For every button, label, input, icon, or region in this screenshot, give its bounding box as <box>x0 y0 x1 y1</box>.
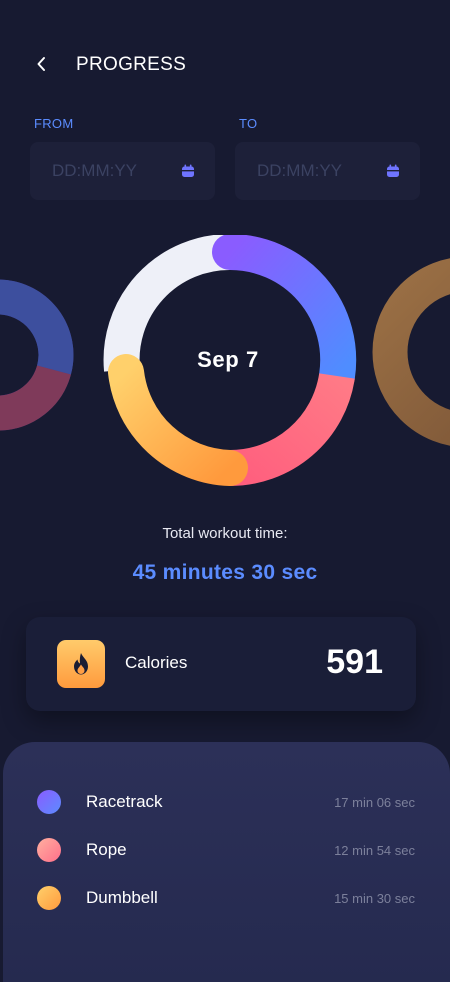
activity-item-racetrack[interactable]: Racetrack 17 min 06 sec <box>3 787 450 817</box>
to-label: TO <box>239 116 258 131</box>
donut-previous[interactable] <box>0 279 74 431</box>
from-date-field[interactable] <box>30 142 215 200</box>
activity-item-dumbbell[interactable]: Dumbbell 15 min 30 sec <box>3 883 450 913</box>
activity-name: Rope <box>86 840 127 859</box>
racetrack-dot <box>37 790 61 814</box>
to-date-field[interactable] <box>235 142 420 200</box>
dumbbell-dot <box>37 886 61 910</box>
calories-value: 591 <box>326 643 383 681</box>
total-workout-value: 45 minutes 30 sec <box>132 561 318 584</box>
activity-panel: Racetrack 17 min 06 sec Rope 12 min 54 s… <box>3 742 450 982</box>
donut-next[interactable] <box>372 258 450 446</box>
rope-dot <box>37 838 61 862</box>
donut-segment-rope <box>229 372 355 487</box>
from-date-input[interactable] <box>50 160 174 182</box>
donut-segment-dumbbell <box>108 354 248 486</box>
flame-icon <box>74 653 88 675</box>
activity-name: Racetrack <box>86 792 163 811</box>
calories-card[interactable]: Calories 591 <box>26 617 416 711</box>
activity-name: Dumbbell <box>86 888 158 907</box>
activity-item-rope[interactable]: Rope 12 min 54 sec <box>3 835 450 865</box>
calories-icon-badge <box>57 640 105 688</box>
page-title: PROGRESS <box>76 54 187 75</box>
total-workout-label: Total workout time: <box>162 525 288 542</box>
chevron-left-icon <box>37 57 45 71</box>
header: PROGRESS FROM TO <box>0 0 450 131</box>
from-label: FROM <box>34 116 74 131</box>
activity-time: 12 min 54 sec <box>334 843 415 858</box>
to-date-input[interactable] <box>255 160 379 182</box>
back-button[interactable] <box>30 52 52 76</box>
activity-time: 15 min 30 sec <box>334 891 415 906</box>
calendar-icon[interactable] <box>181 164 195 178</box>
calendar-icon[interactable] <box>386 164 400 178</box>
donut-center-date: Sep 7 <box>197 347 259 372</box>
calories-label: Calories <box>125 653 188 672</box>
activity-time: 17 min 06 sec <box>334 795 415 810</box>
